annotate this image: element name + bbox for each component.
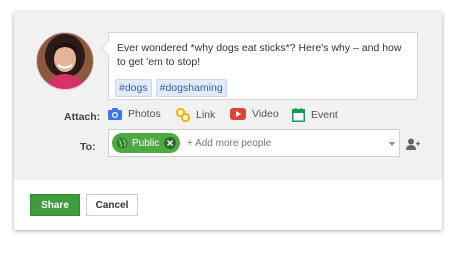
attach-video-label: Video	[252, 108, 279, 120]
attach-photos-button[interactable]: Photos	[108, 108, 161, 120]
calendar-icon	[292, 108, 305, 122]
cancel-button[interactable]: Cancel	[86, 194, 138, 216]
add-person-icon[interactable]	[406, 138, 420, 150]
link-icon	[176, 108, 190, 122]
public-chip[interactable]: Public	[112, 133, 180, 153]
public-chip-label: Public	[132, 137, 160, 149]
attach-link-button[interactable]: Link	[176, 108, 215, 122]
hashtag-list: #dogs #dogshaming	[115, 79, 227, 97]
share-dialog: Ever wondered *why dogs eat sticks*? Her…	[14, 12, 442, 230]
to-label: To:	[80, 141, 96, 153]
attach-video-button[interactable]: Video	[230, 108, 279, 120]
hashtag-dogshaming[interactable]: #dogshaming	[155, 79, 227, 97]
avatar	[36, 32, 94, 90]
post-text: Ever wondered *why dogs eat sticks*? Her…	[117, 42, 402, 68]
remove-chip-icon[interactable]	[163, 136, 177, 150]
attach-label: Attach:	[64, 111, 101, 123]
attach-link-label: Link	[196, 109, 216, 121]
globe-icon	[116, 137, 128, 149]
attach-event-label: Event	[311, 109, 338, 121]
chevron-down-icon[interactable]	[389, 142, 395, 146]
video-icon	[230, 108, 246, 120]
add-people-input[interactable]: + Add more people	[187, 138, 271, 149]
attach-photos-label: Photos	[128, 108, 161, 120]
share-button[interactable]: Share	[30, 194, 80, 216]
attach-event-button[interactable]: Event	[292, 108, 338, 122]
post-textbox[interactable]: Ever wondered *why dogs eat sticks*? Her…	[108, 32, 418, 100]
hashtag-dogs[interactable]: #dogs	[115, 79, 152, 97]
audience-field[interactable]: Public + Add more people	[108, 129, 400, 157]
camera-icon	[108, 108, 122, 120]
